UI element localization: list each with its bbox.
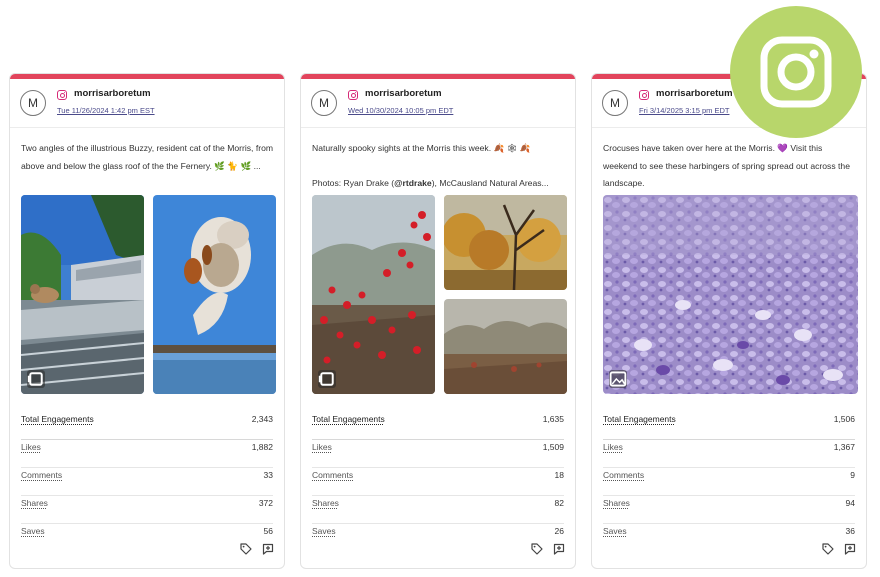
metric-total-engagements: Total Engagements 1,635 bbox=[312, 412, 564, 440]
post-image-crocus-field[interactable] bbox=[603, 195, 858, 394]
post-card-2: M morrisarboretum Wed 10/30/2024 10:05 p… bbox=[300, 73, 576, 569]
post-image-berries[interactable] bbox=[312, 195, 435, 394]
metric-comments: Comments 18 bbox=[312, 468, 564, 496]
metric-shares: Shares 94 bbox=[603, 496, 855, 524]
post-date-link[interactable]: Fri 3/14/2025 3:15 pm EDT bbox=[639, 106, 729, 115]
post-date-link[interactable]: Tue 11/26/2024 1:42 pm EST bbox=[57, 106, 155, 115]
metric-saves: Saves 26 bbox=[312, 526, 564, 536]
metric-comments: Comments 9 bbox=[603, 468, 855, 496]
post-text-line-1: Naturally spooky sights at the Morris th… bbox=[312, 143, 531, 153]
post-card-3: M morrisarboretum Fri 3/14/2025 3:15 pm … bbox=[591, 73, 867, 569]
image-icon bbox=[609, 370, 627, 388]
metric-likes: Likes 1,882 bbox=[21, 440, 273, 468]
engagement-metrics: Total Engagements 1,635 Likes 1,509 Commen… bbox=[312, 412, 564, 551]
tag-icon[interactable] bbox=[240, 542, 252, 560]
metric-total-engagements: Total Engagements 2,343 bbox=[21, 412, 273, 440]
instagram-icon bbox=[348, 90, 358, 100]
comment-add-icon[interactable] bbox=[553, 542, 565, 560]
avatar[interactable]: M bbox=[602, 90, 628, 116]
post-image-autumn-tree[interactable] bbox=[444, 195, 567, 290]
metric-shares: Shares 372 bbox=[21, 496, 273, 524]
post-text-line-2: Photos: Ryan Drake (@rtdrake), McCauslan… bbox=[312, 177, 549, 188]
tag-icon[interactable] bbox=[531, 542, 543, 560]
comment-add-icon[interactable] bbox=[262, 542, 274, 560]
instagram-logo-icon bbox=[760, 36, 832, 108]
metric-saves: Saves 36 bbox=[603, 526, 855, 536]
post-date-link[interactable]: Wed 10/30/2024 10:05 pm EDT bbox=[348, 106, 453, 115]
metric-likes: Likes 1,509 bbox=[312, 440, 564, 468]
metric-total-engagements: Total Engagements 1,506 bbox=[603, 412, 855, 440]
metric-likes: Likes 1,367 bbox=[603, 440, 855, 468]
engagement-metrics: Total Engagements 1,506 Likes 1,367 Commen… bbox=[603, 412, 855, 551]
post-image-cat-above[interactable] bbox=[21, 195, 144, 394]
mention-link[interactable]: @rtdrake bbox=[394, 178, 432, 188]
post-image-cat-below[interactable] bbox=[153, 195, 276, 394]
engagement-metrics: Total Engagements 2,343 Likes 1,882 Commen… bbox=[21, 412, 273, 551]
tag-icon[interactable] bbox=[822, 542, 834, 560]
card-actions bbox=[240, 542, 274, 560]
post-text: Naturally spooky sights at the Morris th… bbox=[312, 140, 568, 192]
profile-handle[interactable]: morrisarboretum bbox=[365, 88, 442, 99]
avatar[interactable]: M bbox=[20, 90, 46, 116]
card-actions bbox=[531, 542, 565, 560]
profile-handle[interactable]: morrisarboretum bbox=[656, 88, 733, 99]
avatar[interactable]: M bbox=[311, 90, 337, 116]
post-text: Two angles of the illustrious Buzzy, res… bbox=[21, 143, 274, 171]
carousel-icon bbox=[27, 370, 45, 388]
instagram-badge bbox=[730, 6, 862, 138]
post-card-1: M morrisarboretum Tue 11/26/2024 1:42 pm… bbox=[9, 73, 285, 569]
comment-add-icon[interactable] bbox=[844, 542, 856, 560]
post-header: M morrisarboretum Tue 11/26/2024 1:42 pm… bbox=[10, 79, 284, 128]
instagram-icon bbox=[57, 90, 67, 100]
post-text: Crocuses have taken over here at the Mor… bbox=[603, 143, 850, 188]
card-actions bbox=[822, 542, 856, 560]
metric-saves: Saves 56 bbox=[21, 526, 273, 536]
profile-handle[interactable]: morrisarboretum bbox=[74, 88, 151, 99]
post-image-misty-field[interactable] bbox=[444, 299, 567, 394]
carousel-icon bbox=[318, 370, 336, 388]
post-header: M morrisarboretum Wed 10/30/2024 10:05 p… bbox=[301, 79, 575, 128]
metric-shares: Shares 82 bbox=[312, 496, 564, 524]
instagram-icon bbox=[639, 90, 649, 100]
metric-comments: Comments 33 bbox=[21, 468, 273, 496]
